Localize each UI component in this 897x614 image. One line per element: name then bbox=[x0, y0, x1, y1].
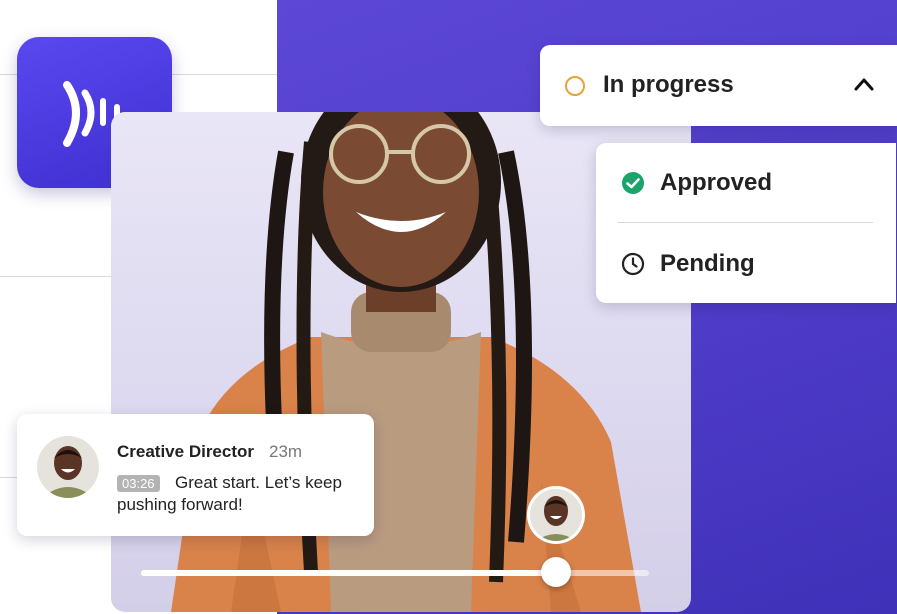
status-current-label: In progress bbox=[603, 71, 734, 98]
playback-scrubber-handle[interactable] bbox=[541, 557, 571, 587]
timecode-badge[interactable]: 03:26 bbox=[117, 475, 160, 492]
chevron-up-icon[interactable] bbox=[854, 77, 874, 91]
avatar bbox=[37, 436, 99, 498]
pending-circle-icon bbox=[565, 76, 585, 96]
status-options-menu: Approved Pending bbox=[596, 143, 896, 303]
comment-age: 23m bbox=[269, 442, 303, 461]
clock-icon bbox=[621, 252, 645, 276]
menu-divider bbox=[618, 222, 873, 223]
comment-marker-avatar[interactable] bbox=[527, 486, 585, 544]
comment-author: Creative Director bbox=[117, 442, 255, 461]
check-circle-icon bbox=[622, 172, 644, 194]
status-option-approved[interactable]: Approved bbox=[621, 169, 772, 197]
playback-progress bbox=[141, 570, 558, 576]
status-dropdown[interactable]: In progress bbox=[540, 45, 897, 126]
divider-line bbox=[0, 477, 17, 478]
status-option-pending[interactable]: Pending bbox=[621, 250, 755, 278]
status-option-label: Pending bbox=[660, 250, 755, 277]
status-option-label: Approved bbox=[660, 169, 773, 196]
divider-line bbox=[0, 276, 111, 277]
comment-card[interactable]: Creative Director 23m Great start. Let’s… bbox=[17, 414, 374, 536]
